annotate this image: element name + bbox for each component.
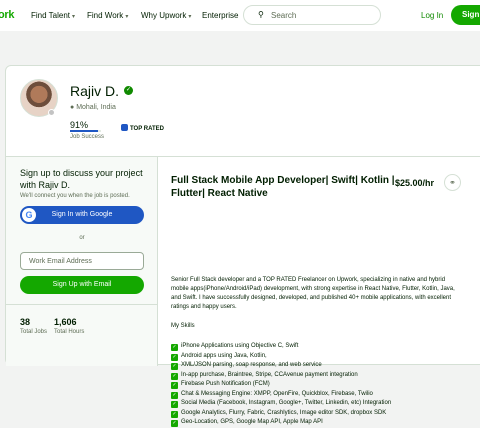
freelancer-name: Rajiv D. [70, 83, 120, 99]
top-rated-badge: TOP RATED [121, 124, 164, 132]
checkbox-icon: ✓ [171, 401, 178, 408]
signup-panel-subtitle: We'll connect you when the job is posted… [20, 193, 130, 199]
list-item: ✓ Chat & Messaging Engine: XMPP, OpenFire… [171, 390, 373, 399]
nav-why-upwork[interactable]: Why Upwork ▾ [141, 11, 191, 20]
chevron-down-icon: ▾ [72, 14, 76, 20]
nav-enterprise[interactable]: Enterprise [202, 11, 238, 20]
job-success-bar-fill [70, 130, 99, 132]
list-item: ✓ XML/JSON parsing, soap response, and we… [171, 362, 322, 370]
list-item: ✓ In-app purchase, Braintree, Stripe, CCA… [171, 371, 358, 380]
hourly-rate: $25.00/hr [395, 178, 435, 188]
checkbox-icon: ✓ [171, 363, 178, 370]
skills-heading: My Skills [171, 323, 195, 329]
checkbox-icon: ✓ [171, 344, 178, 351]
email-signup-button[interactable]: Sign Up with Email [20, 276, 144, 294]
location-pin-icon: ● [70, 104, 75, 111]
freelancer-profile-card: Rajiv D. ✓ ● Mohali, India 91% Job Succe… [5, 65, 480, 427]
list-item: ✓ Social Media (Facebook, Instagram, Goog… [171, 400, 392, 408]
work-email-field[interactable]: Work Email Address [20, 252, 144, 270]
signup-button[interactable]: Sign [451, 5, 480, 25]
checkbox-icon: ✓ [171, 420, 178, 427]
login-link[interactable]: Log In [421, 11, 443, 20]
profile-description: Senior Full Stack developer and a TOP RA… [171, 277, 455, 310]
total-hours-stat: 1,606 Total Hours [54, 317, 85, 335]
search-icon: ⚲ [258, 10, 264, 19]
checkbox-icon: ✓ [171, 410, 178, 418]
total-jobs-stat: 38 Total Jobs [20, 317, 48, 335]
google-signin-button[interactable]: G Sign In with Google [20, 206, 144, 224]
job-success-bar [70, 130, 101, 132]
profile-title: Full Stack Mobile App Developer| Swift| … [171, 175, 395, 199]
upwork-logo[interactable]: ork [0, 9, 15, 21]
search-input[interactable]: ⚲ Search [243, 5, 381, 25]
signup-panel-title: Sign up to discuss your project with Raj… [20, 168, 143, 190]
skills-list: ✓ iPhone Applications using Objective C, … [171, 342, 391, 428]
list-item: ✓ Firebase Push Notification (FCM) [171, 381, 270, 389]
verified-icon: ✓ [124, 86, 133, 95]
job-success-value: 91% [70, 120, 89, 130]
profile-main: Full Stack Mobile App Developer| Swift| … [159, 157, 480, 427]
checkbox-icon: ✓ [171, 372, 178, 380]
list-item: ✓ iPhone Applications using Objective C, … [171, 343, 299, 351]
top-nav: ork Find Talent ▾ Find Work ▾ Why Upwork ▾ … [0, 0, 480, 31]
or-separator: or [79, 235, 85, 241]
online-status-dot [48, 109, 55, 116]
job-success-label: Job Success [70, 134, 105, 140]
chevron-down-icon: ▾ [188, 14, 192, 20]
nav-find-talent[interactable]: Find Talent ▾ [31, 11, 75, 20]
checkbox-icon: ✓ [171, 391, 178, 399]
nav-find-work[interactable]: Find Work ▾ [87, 11, 128, 20]
list-item: ✓ Google Analytics, Flurry, Fabric, Crash… [171, 409, 387, 418]
link-icon[interactable]: ⚭ [444, 174, 461, 191]
location: ● Mohali, India [70, 104, 116, 111]
signup-panel: Sign up to discuss your project with Raj… [6, 157, 158, 366]
top-rated-icon [121, 124, 128, 131]
list-item: ✓ Geo-Location, GPS, Google Map API, Appl… [171, 419, 323, 427]
checkbox-icon: ✓ [171, 353, 178, 361]
checkbox-icon: ✓ [171, 382, 178, 389]
chevron-down-icon: ▾ [125, 14, 129, 20]
divider [6, 304, 158, 305]
